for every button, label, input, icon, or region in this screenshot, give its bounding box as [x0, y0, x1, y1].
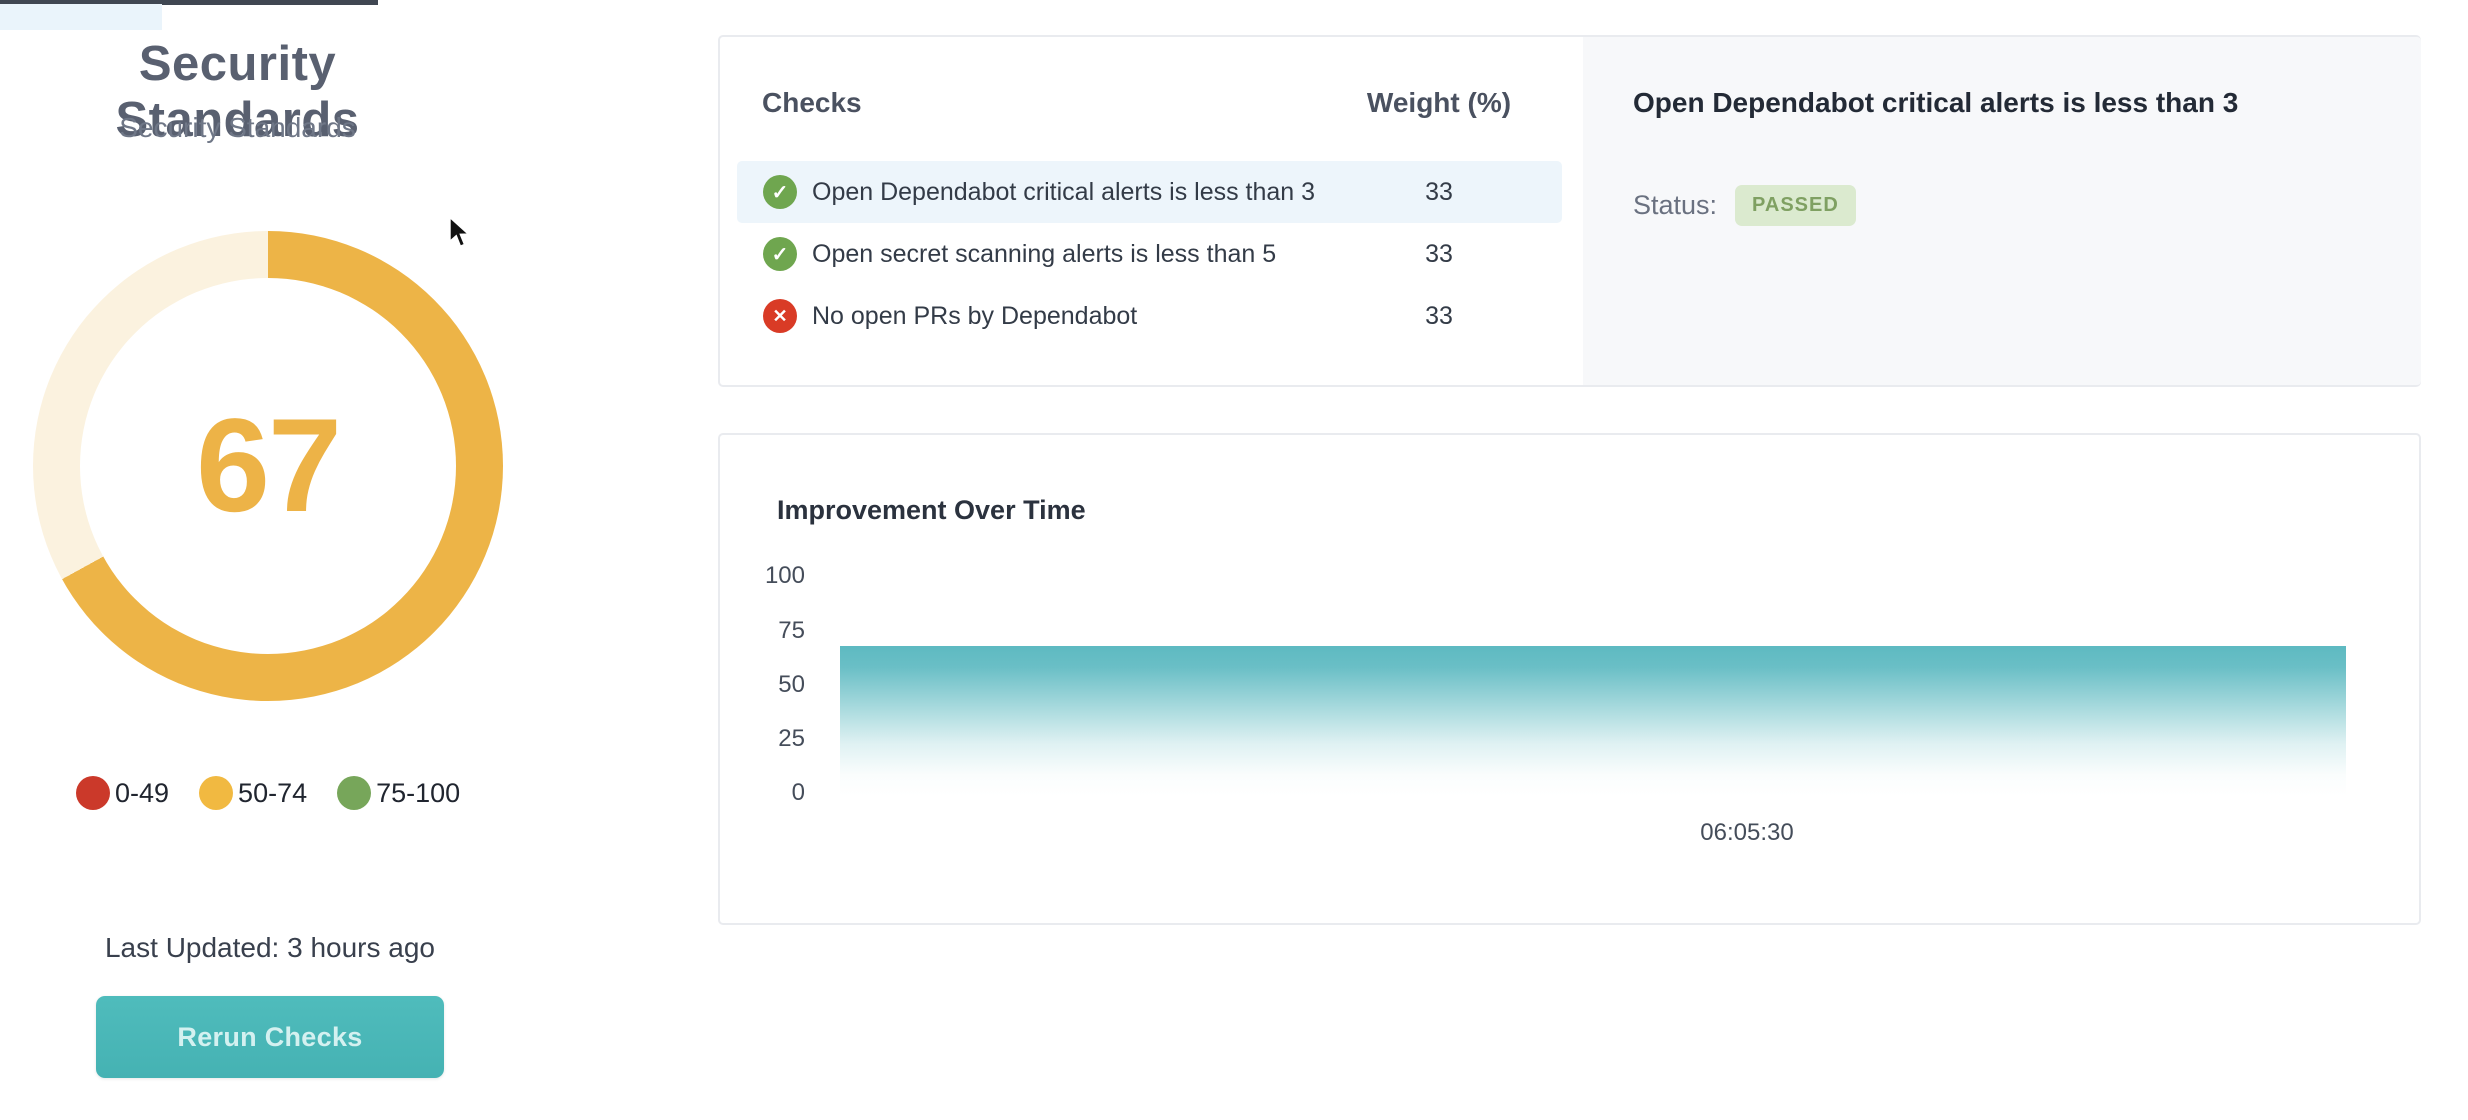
- score-legend: 0-49 50-74 75-100: [76, 771, 460, 815]
- weight-column-header: Weight (%): [1319, 87, 1559, 119]
- status-line: Status: PASSED: [1633, 185, 1856, 226]
- check-row-secret-scanning-alerts[interactable]: Open secret scanning alerts is less than…: [737, 223, 1562, 285]
- check-label: Open Dependabot critical alerts is less …: [812, 178, 1315, 207]
- rerun-checks-button[interactable]: Rerun Checks: [96, 996, 444, 1078]
- check-passed-icon: [763, 237, 797, 271]
- legend-label: 75-100: [376, 778, 460, 809]
- page-subtitle: Security Standards: [15, 112, 460, 144]
- area-series-band: [840, 646, 2346, 796]
- last-updated-text: Last Updated: 3 hours ago: [15, 932, 525, 964]
- legend-item-low: 0-49: [76, 776, 169, 810]
- check-weight: 33: [1319, 178, 1559, 207]
- check-passed-icon: [763, 175, 797, 209]
- improvement-chart-card: Improvement Over Time 100 75 50 25 0 06:…: [718, 433, 2421, 925]
- check-detail-title: Open Dependabot critical alerts is less …: [1633, 87, 2373, 119]
- legend-item-mid: 50-74: [199, 776, 307, 810]
- checks-card: Checks Weight (%) Open Dependabot critic…: [718, 35, 2421, 387]
- check-detail-panel: Open Dependabot critical alerts is less …: [1583, 37, 2421, 385]
- legend-label: 0-49: [115, 778, 169, 809]
- y-axis-tick: 100: [720, 562, 805, 590]
- check-row-no-open-prs[interactable]: No open PRs by Dependabot 33: [737, 285, 1562, 347]
- score-value: 67: [196, 390, 340, 542]
- green-dot-icon: [337, 776, 371, 810]
- yellow-dot-icon: [199, 776, 233, 810]
- y-axis-tick: 75: [720, 617, 805, 645]
- check-weight: 33: [1319, 302, 1559, 331]
- chart-title: Improvement Over Time: [777, 495, 1086, 526]
- status-badge: PASSED: [1735, 185, 1856, 226]
- check-weight: 33: [1319, 240, 1559, 269]
- y-axis-tick: 50: [720, 671, 805, 699]
- check-row-dependabot-critical-alerts[interactable]: Open Dependabot critical alerts is less …: [737, 161, 1562, 223]
- check-failed-icon: [763, 299, 797, 333]
- legend-label: 50-74: [238, 778, 307, 809]
- checks-column-header: Checks: [762, 87, 862, 119]
- y-axis-tick: 0: [720, 779, 805, 807]
- y-axis-tick: 25: [720, 725, 805, 753]
- legend-item-high: 75-100: [337, 776, 460, 810]
- score-gauge: 67: [33, 231, 503, 701]
- check-label: No open PRs by Dependabot: [812, 302, 1137, 331]
- check-label: Open secret scanning alerts is less than…: [812, 240, 1276, 269]
- score-gauge-center: 67: [80, 278, 456, 654]
- security-standards-dashboard: Security Standards Security Standards 67…: [0, 0, 2468, 1120]
- top-edge-tint: [0, 4, 162, 30]
- mouse-cursor-icon: [447, 216, 477, 250]
- status-label: Status:: [1633, 190, 1717, 221]
- red-dot-icon: [76, 776, 110, 810]
- x-axis-tick: 06:05:30: [1647, 819, 1847, 847]
